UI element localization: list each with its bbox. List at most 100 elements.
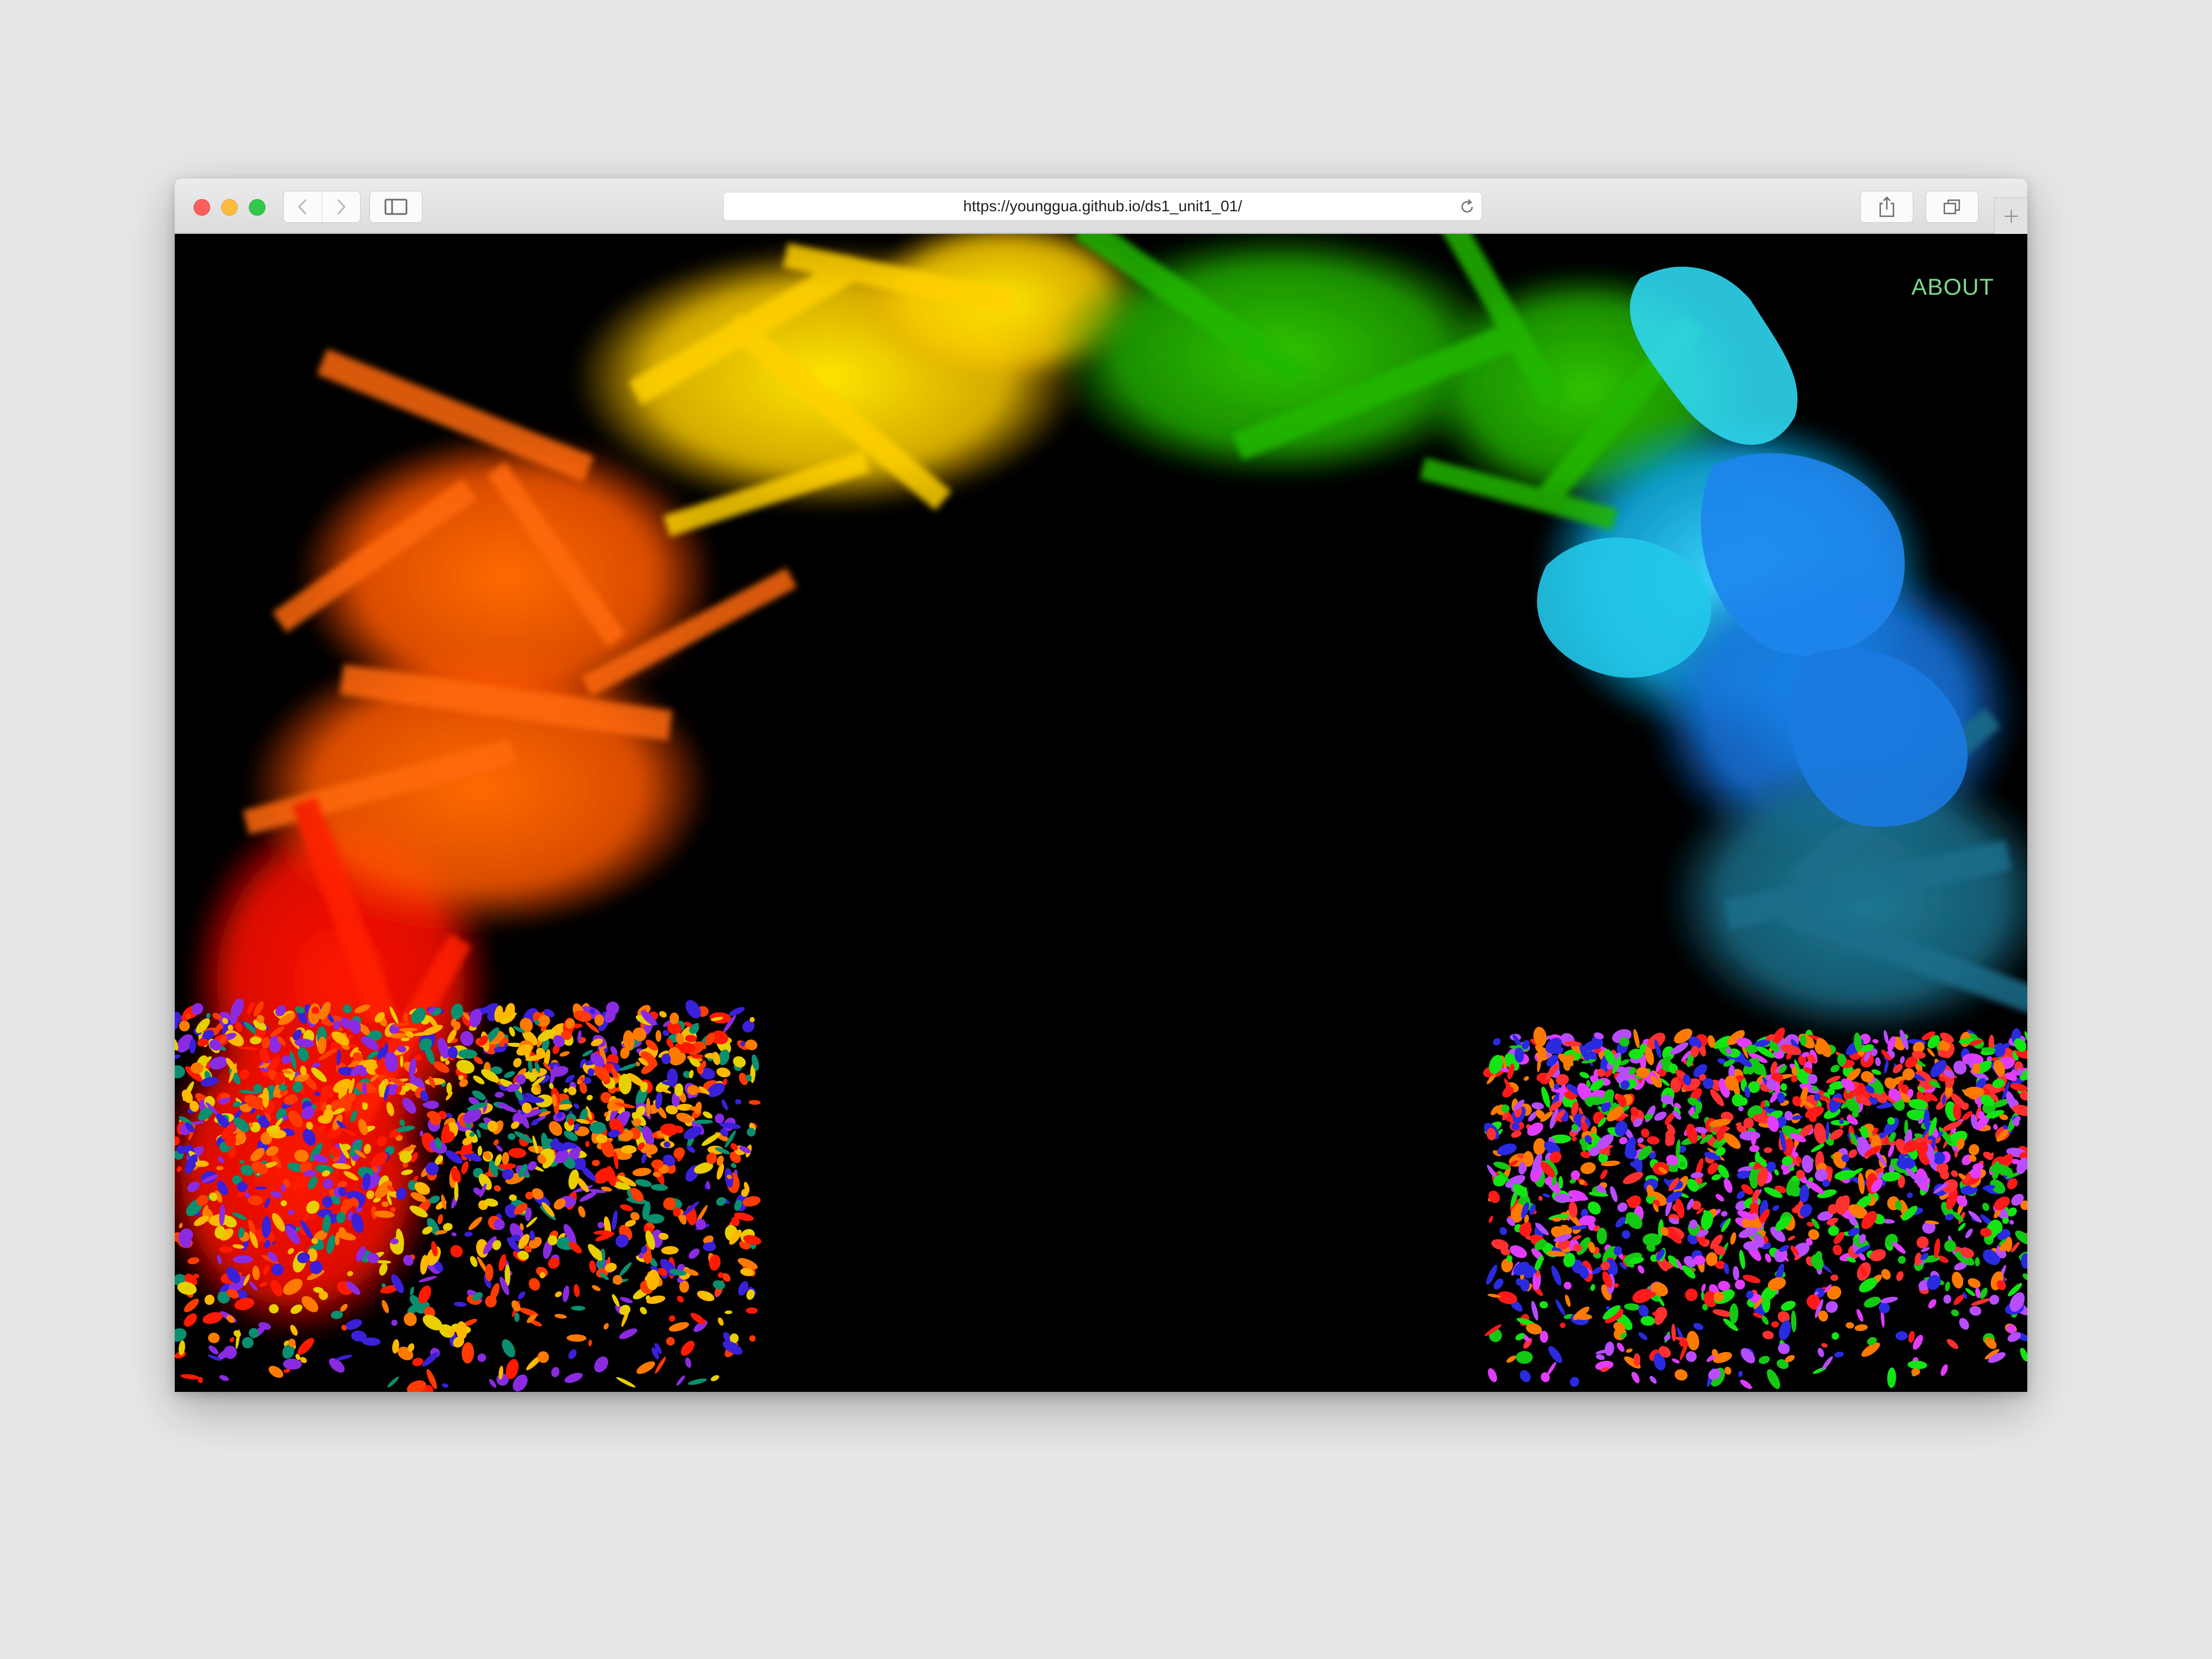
paint-particle: [1817, 1348, 1824, 1358]
paint-particle: [1856, 1308, 1864, 1322]
paint-particle: [268, 1365, 284, 1378]
maximize-window-button[interactable]: [249, 199, 265, 216]
generative-paint-artwork[interactable]: [175, 234, 2027, 1392]
new-tab-button[interactable]: [1994, 197, 2027, 234]
paint-particle: [666, 1337, 675, 1346]
paint-particle: [1531, 1301, 1538, 1321]
paint-particle: [1729, 1303, 1739, 1324]
paint-particle: [468, 1217, 483, 1230]
paint-particle: [716, 1067, 731, 1078]
share-button[interactable]: [1860, 191, 1913, 223]
paint-particle: [1888, 1144, 1895, 1157]
paint-particle: [632, 1167, 651, 1177]
paint-particle: [1571, 1136, 1577, 1141]
paint-particle: [571, 1306, 586, 1311]
paint-particle: [1538, 1196, 1543, 1201]
plus-icon: [2005, 210, 2018, 223]
paint-particle: [498, 1163, 517, 1170]
back-button[interactable]: [284, 191, 322, 222]
paint-particle: [1494, 1279, 1504, 1290]
paint-particle: [403, 1012, 409, 1024]
paint-particle: [494, 1185, 501, 1192]
paint-particle: [749, 1335, 756, 1342]
sidebar-button[interactable]: [369, 191, 422, 223]
paint-particle: [1617, 1202, 1627, 1212]
paint-particle: [588, 1339, 592, 1347]
paint-particle: [661, 1246, 679, 1255]
paint-particle: [1633, 1029, 1640, 1048]
paint-particle: [619, 1297, 633, 1303]
paint-particle: [1600, 1169, 1608, 1180]
paint-particle: [1834, 1352, 1844, 1358]
paint-particle: [1989, 1295, 2000, 1305]
paint-particle: [335, 1354, 352, 1361]
paint-particle: [554, 1314, 567, 1319]
paint-particle: [688, 1378, 707, 1385]
paint-particle: [1832, 1244, 1843, 1255]
paint-particle: [219, 1375, 229, 1381]
paint-particle: [589, 1121, 606, 1134]
paint-particle: [688, 1248, 700, 1259]
paint-particle: [1687, 1331, 1699, 1350]
paint-particle: [1493, 1038, 1501, 1046]
paint-particle: [592, 1160, 600, 1166]
forward-button[interactable]: [321, 191, 361, 222]
paint-particle: [283, 1358, 302, 1370]
paint-particle: [1884, 1059, 1889, 1074]
paint-particle: [477, 1353, 487, 1362]
paint-particle: [1489, 1215, 1493, 1223]
paint-particle: [1735, 1279, 1745, 1290]
paint-particle: [461, 1342, 474, 1364]
paint-particle: [655, 1030, 662, 1042]
paint-particle: [1555, 1299, 1566, 1316]
paint-particle: [1516, 1351, 1533, 1364]
paint-particle: [1870, 1249, 1886, 1261]
share-icon: [1879, 196, 1895, 217]
reload-icon[interactable]: [1458, 198, 1476, 216]
paint-particle: [513, 1058, 522, 1068]
address-bar[interactable]: https://younggua.github.io/ds1_unit1_01/: [723, 192, 1482, 221]
paint-particle: [242, 1337, 254, 1349]
paint-particle: [1715, 1193, 1724, 1202]
paint-particle: [1604, 1341, 1614, 1357]
paint-particle: [1633, 1353, 1641, 1366]
paint-particle: [1621, 1230, 1631, 1239]
paint-particle: [502, 1152, 509, 1165]
paint-particle: [1488, 1368, 1498, 1383]
page-viewport[interactable]: ABOUT: [175, 234, 2027, 1392]
paint-particle: [425, 1100, 439, 1109]
paint-particle: [184, 1298, 199, 1312]
paint-particle: [669, 1315, 676, 1322]
paint-particle: [1788, 1235, 1796, 1241]
paint-particle: [549, 1121, 562, 1136]
about-link[interactable]: ABOUT: [1911, 274, 1994, 300]
paint-particle: [562, 1285, 570, 1302]
close-window-button[interactable]: [194, 199, 210, 216]
paint-particle: [1767, 1369, 1781, 1389]
paint-particle: [1638, 1332, 1648, 1340]
paint-particle: [1488, 1191, 1500, 1203]
paint-particle: [1548, 1346, 1562, 1363]
minimize-window-button[interactable]: [221, 199, 238, 216]
sidebar-icon: [384, 199, 408, 215]
paint-particle: [1821, 1343, 1828, 1348]
paint-particle: [446, 1113, 453, 1118]
paint-particle: [702, 1111, 713, 1119]
paint-particle: [619, 1328, 638, 1339]
paint-particle: [1686, 1351, 1697, 1362]
paint-particle: [1564, 1295, 1571, 1307]
navigation-buttons: [283, 191, 361, 223]
paint-particle: [1645, 1105, 1656, 1123]
tab-overview-button[interactable]: [1926, 191, 1979, 223]
paint-particle: [693, 1119, 713, 1124]
paint-particle: [1531, 1102, 1544, 1110]
paint-particle: [586, 1094, 593, 1100]
paint-particle: [1597, 1228, 1607, 1244]
paint-particle: [1738, 1370, 1743, 1378]
paint-particle: [1898, 1256, 1906, 1264]
paint-particle: [640, 1307, 647, 1314]
paint-particle: [564, 1373, 583, 1383]
paint-particle: [1772, 1205, 1780, 1211]
paint-particle: [494, 1092, 504, 1098]
paint-particle: [1579, 1072, 1590, 1079]
